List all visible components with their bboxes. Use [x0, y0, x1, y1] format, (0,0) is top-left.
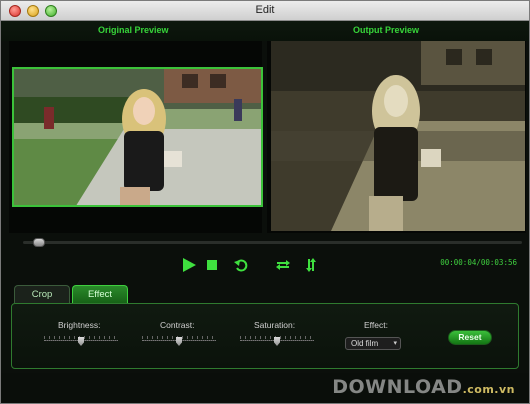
original-video-image	[14, 69, 261, 205]
reset-button[interactable]: Reset	[448, 330, 492, 345]
saturation-label: Saturation:	[254, 320, 296, 330]
flip-vertical-button[interactable]	[299, 254, 323, 276]
stop-button[interactable]	[200, 254, 224, 276]
rotate-button[interactable]	[229, 254, 253, 276]
tab-effect[interactable]: Effect	[72, 285, 128, 303]
contrast-thumb[interactable]	[176, 337, 182, 346]
timecode: 00:00:04/00:03:56	[440, 258, 517, 267]
effect-select[interactable]: Old film ▾	[345, 337, 401, 350]
contrast-slider[interactable]	[142, 336, 216, 346]
output-video-image	[271, 41, 525, 231]
edit-window: Edit Original Preview Output Preview 00:…	[0, 0, 530, 404]
flip-horizontal-icon	[276, 260, 290, 270]
playback-controls: 00:00:04/00:03:56	[1, 252, 529, 280]
flip-horizontal-button[interactable]	[271, 254, 295, 276]
effect-panel: Brightness: Contrast: Saturation: Effect…	[11, 303, 519, 369]
play-icon	[183, 258, 196, 272]
original-video-frame	[12, 67, 263, 207]
contrast-label: Contrast:	[160, 320, 195, 330]
title-bar: Edit	[1, 1, 529, 21]
stop-icon	[207, 260, 217, 270]
output-video-frame	[271, 41, 525, 231]
watermark-text: DOWNLOAD	[332, 376, 463, 398]
play-button[interactable]	[177, 254, 201, 276]
brightness-label: Brightness:	[58, 320, 101, 330]
output-preview-label: Output Preview	[353, 25, 420, 35]
rotate-icon	[234, 259, 248, 272]
brightness-thumb[interactable]	[78, 337, 84, 346]
saturation-thumb[interactable]	[274, 337, 280, 346]
watermark-suffix: .com.vn	[462, 383, 515, 396]
timeline-handle[interactable]	[32, 238, 45, 247]
timeline-track[interactable]	[23, 241, 522, 244]
effect-label: Effect:	[364, 320, 388, 330]
flip-vertical-icon	[306, 258, 316, 272]
original-preview-label: Original Preview	[98, 25, 169, 35]
brightness-slider[interactable]	[44, 336, 118, 346]
preview-header: Original Preview Output Preview	[1, 21, 529, 41]
effect-select-value: Old film	[351, 339, 379, 348]
watermark-logo: DOWNLOAD.com.vn	[332, 376, 515, 398]
saturation-slider[interactable]	[240, 336, 314, 346]
window-title: Edit	[255, 4, 275, 16]
footer-bar: DOWNLOAD.com.vn	[1, 373, 529, 403]
tab-crop[interactable]: Crop	[14, 285, 70, 303]
timeline[interactable]	[9, 234, 526, 250]
chevron-down-icon: ▾	[393, 340, 397, 347]
